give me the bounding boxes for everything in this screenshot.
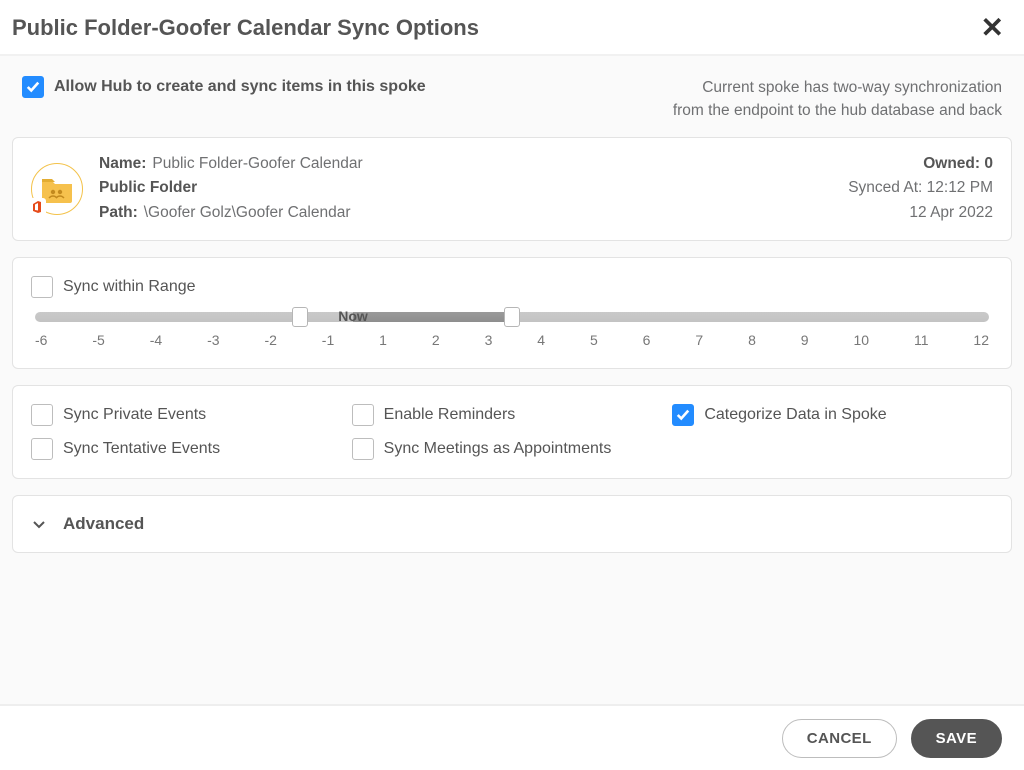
slider-track-active [353,312,512,322]
enable-reminders-label: Enable Reminders [384,406,516,424]
slider-tick: 4 [537,332,545,348]
slider-ticks: -6-5-4-3-2-1123456789101112 [35,332,989,348]
slider-tick: 3 [485,332,493,348]
path-value: \Goofer Golz\Goofer Calendar [144,201,351,226]
slider-tick: 12 [973,332,989,348]
sync-meetings-checkbox[interactable] [352,438,374,460]
synced-date: 12 Apr 2022 [848,201,993,226]
close-icon[interactable]: ✕ [981,14,1004,42]
save-button[interactable]: SAVE [911,719,1002,758]
slider-tick: 2 [432,332,440,348]
categorize-row[interactable]: Categorize Data in Spoke [672,404,993,426]
cancel-button[interactable]: CANCEL [782,719,897,758]
range-panel: Sync within Range Now -6-5-4-3-2-1123456… [12,257,1012,369]
spoke-desc-line1: Current spoke has two-way synchronizatio… [673,76,1002,99]
allow-hub-row[interactable]: Allow Hub to create and sync items in th… [22,76,426,98]
sync-range-row[interactable]: Sync within Range [31,276,993,298]
sync-meetings-label: Sync Meetings as Appointments [384,440,612,458]
dialog-title: Public Folder-Goofer Calendar Sync Optio… [12,15,479,41]
slider-tick: -1 [322,332,334,348]
chevron-down-icon [31,516,47,532]
categorize-label: Categorize Data in Spoke [704,406,886,424]
advanced-panel[interactable]: Advanced [12,495,1012,553]
slider-track[interactable]: Now [35,312,989,322]
sync-range-checkbox[interactable] [31,276,53,298]
name-value: Public Folder-Goofer Calendar [152,152,362,177]
slider-tick: 1 [379,332,387,348]
slider-tick: -5 [92,332,104,348]
slider-handle-to[interactable] [504,307,520,327]
advanced-label: Advanced [63,514,144,534]
name-label: Name: [99,152,146,177]
options-panel: Sync Private Events Enable Reminders Cat… [12,385,1012,479]
slider-tick: -6 [35,332,47,348]
sync-range-label: Sync within Range [63,278,196,296]
synced-time: 12:12 PM [927,179,993,196]
titlebar: Public Folder-Goofer Calendar Sync Optio… [0,0,1024,56]
folder-icon [31,163,83,215]
enable-reminders-row[interactable]: Enable Reminders [352,404,673,426]
spoke-desc-line2: from the endpoint to the hub database an… [673,99,1002,122]
footer: CANCEL SAVE [0,704,1024,770]
slider-handle-from[interactable] [292,307,308,327]
enable-reminders-checkbox[interactable] [352,404,374,426]
info-panel: Name: Public Folder-Goofer Calendar Publ… [12,137,1012,241]
spoke-description: Current spoke has two-way synchronizatio… [673,76,1002,123]
synced-label: Synced At: [848,179,922,196]
categorize-checkbox[interactable] [672,404,694,426]
allow-hub-checkbox[interactable] [22,76,44,98]
slider-tick: 5 [590,332,598,348]
top-row: Allow Hub to create and sync items in th… [12,68,1012,137]
sync-private-label: Sync Private Events [63,406,206,424]
info-labels: Name: Public Folder-Goofer Calendar Publ… [99,152,363,226]
range-slider[interactable]: Now -6-5-4-3-2-1123456789101112 [31,312,993,348]
slider-tick: -2 [264,332,276,348]
sync-tentative-row[interactable]: Sync Tentative Events [31,438,352,460]
sync-tentative-label: Sync Tentative Events [63,440,220,458]
info-left: Name: Public Folder-Goofer Calendar Publ… [31,152,363,226]
owned-value: 0 [984,155,993,172]
slider-tick: 10 [853,332,869,348]
type-value: Public Folder [99,176,363,201]
allow-hub-label: Allow Hub to create and sync items in th… [54,78,426,96]
sync-private-row[interactable]: Sync Private Events [31,404,352,426]
info-right: Owned: 0 Synced At: 12:12 PM 12 Apr 2022 [848,152,993,226]
slider-now-label: Now [338,308,368,324]
slider-tick: 8 [748,332,756,348]
content-area: Allow Hub to create and sync items in th… [0,56,1024,704]
sync-tentative-checkbox[interactable] [31,438,53,460]
office-badge-icon [28,198,46,216]
owned-label: Owned: [923,155,980,172]
slider-tick: 7 [695,332,703,348]
slider-tick: 9 [801,332,809,348]
sync-private-checkbox[interactable] [31,404,53,426]
slider-tick: 11 [914,332,929,348]
slider-tick: -4 [150,332,162,348]
slider-tick: -3 [207,332,219,348]
sync-meetings-row[interactable]: Sync Meetings as Appointments [352,438,673,460]
slider-tick: 6 [643,332,651,348]
path-label: Path: [99,201,138,226]
